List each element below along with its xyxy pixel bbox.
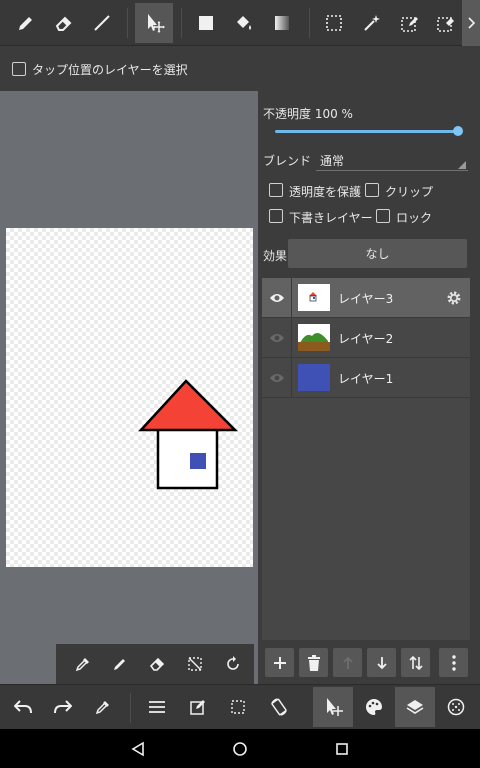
blend-dropdown-underline: [316, 170, 468, 171]
layer-panel: 不透明度 100 % ブレンド 通常 透明度を保護 クリップ 下書きレイヤー ロ…: [258, 91, 480, 684]
opacity-slider-track[interactable]: [275, 130, 458, 133]
protect-alpha-label: 透明度を保護: [289, 185, 362, 199]
house-drawing: [138, 379, 239, 490]
layer-name: レイヤー2: [338, 332, 394, 346]
layer-list: レイヤー3 レイヤー2 レイヤー1: [262, 278, 470, 640]
draft-layer-checkbox[interactable]: [269, 209, 283, 223]
eye-icon[interactable]: [262, 358, 292, 398]
gear-icon[interactable]: [444, 288, 464, 308]
effect-button[interactable]: なし: [288, 239, 467, 268]
select-eraser-icon[interactable]: [430, 4, 462, 42]
draft-layer-label: 下書きレイヤー: [289, 211, 373, 225]
option-bar: タップ位置のレイヤーを選択: [0, 47, 480, 91]
move-up-button[interactable]: [333, 648, 362, 677]
more-button[interactable]: [439, 648, 468, 677]
palette-icon[interactable]: [356, 689, 392, 725]
transform-icon[interactable]: [313, 687, 353, 727]
lock-label: ロック: [396, 211, 433, 225]
trash-icon: [307, 654, 320, 671]
eyedropper-icon[interactable]: [68, 650, 98, 678]
clip-label: クリップ: [385, 185, 434, 199]
chevron-right-icon[interactable]: [462, 0, 480, 46]
top-toolbar: [0, 0, 480, 46]
swap-vertical-icon: [408, 655, 423, 670]
dropdown-arrow-icon: [458, 161, 466, 169]
select-rect-icon[interactable]: [316, 4, 352, 42]
opacity-slider-thumb[interactable]: [453, 126, 463, 136]
pen-icon[interactable]: [8, 4, 44, 42]
add-layer-button[interactable]: [265, 648, 294, 677]
back-icon[interactable]: [126, 737, 150, 761]
opacity-label: 不透明度 100 %: [263, 107, 353, 121]
recents-icon[interactable]: [330, 737, 354, 761]
line-icon[interactable]: [84, 4, 120, 42]
effect-label: 効果: [263, 249, 288, 263]
blend-dropdown[interactable]: 通常: [320, 152, 344, 169]
blend-label: ブレンド: [263, 154, 312, 168]
layers-icon[interactable]: [395, 687, 435, 727]
eye-icon[interactable]: [262, 278, 292, 318]
eye-icon[interactable]: [262, 318, 292, 358]
transform-icon[interactable]: [135, 3, 173, 43]
plus-icon: [273, 656, 286, 669]
rotate-icon[interactable]: [218, 650, 248, 678]
arrow-up-icon: [342, 656, 353, 669]
redo-icon[interactable]: [46, 689, 80, 725]
layer-row-3[interactable]: レイヤー3: [262, 278, 470, 318]
android-nav-bar: [0, 729, 480, 768]
edit-canvas-icon[interactable]: [181, 689, 215, 725]
undo-icon[interactable]: [6, 689, 40, 725]
layer-row-2[interactable]: レイヤー2: [262, 318, 470, 358]
delete-layer-button[interactable]: [299, 648, 328, 677]
magic-wand-icon[interactable]: [354, 4, 390, 42]
move-down-button[interactable]: [367, 648, 396, 677]
lock-checkbox[interactable]: [376, 209, 390, 223]
layer-thumbnail: [298, 364, 330, 391]
menu-icon[interactable]: [140, 689, 174, 725]
pen-icon[interactable]: [105, 650, 135, 678]
select-by-tap-label: タップ位置のレイヤーを選択: [32, 63, 188, 77]
quick-tools-bar: [56, 644, 254, 684]
more-vert-icon: [451, 654, 456, 671]
layer-thumbnail: [298, 324, 330, 351]
eyedropper-icon[interactable]: [86, 689, 120, 725]
deselect-icon[interactable]: [180, 650, 210, 678]
merge-button[interactable]: [401, 648, 430, 677]
select-by-tap-checkbox[interactable]: [12, 62, 26, 76]
gradient-icon[interactable]: [264, 4, 300, 42]
rotate-screen-icon[interactable]: [261, 689, 297, 725]
layer-name: レイヤー1: [338, 372, 394, 386]
artboard[interactable]: [6, 228, 253, 567]
home-icon[interactable]: [228, 737, 252, 761]
layer-name: レイヤー3: [338, 292, 394, 306]
bottom-toolbar: [0, 684, 480, 729]
bucket-icon[interactable]: [226, 4, 262, 42]
eraser-icon[interactable]: [46, 4, 82, 42]
eraser-icon[interactable]: [142, 650, 172, 678]
material-icon[interactable]: [438, 689, 474, 725]
arrow-down-icon: [376, 656, 387, 669]
fill-rect-icon[interactable]: [188, 4, 224, 42]
clip-checkbox[interactable]: [365, 183, 379, 197]
protect-alpha-checkbox[interactable]: [269, 183, 283, 197]
canvas-area[interactable]: [0, 91, 258, 684]
select-pen-icon[interactable]: [392, 4, 428, 42]
selection-icon[interactable]: [221, 689, 255, 725]
layer-row-1[interactable]: レイヤー1: [262, 358, 470, 398]
layer-thumbnail: [298, 284, 330, 311]
